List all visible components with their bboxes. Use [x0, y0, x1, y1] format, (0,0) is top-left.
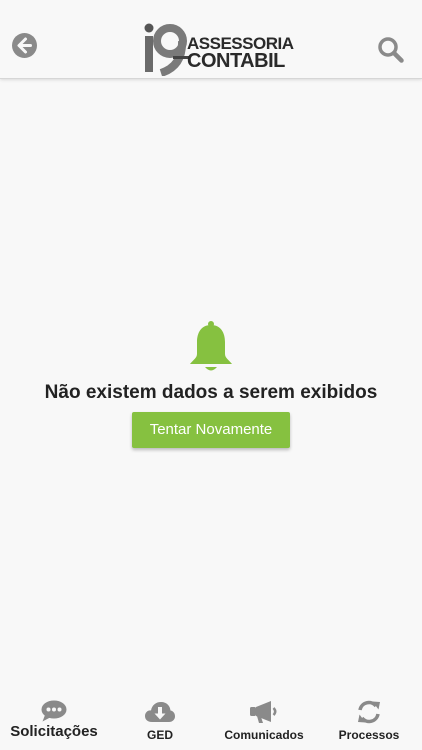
arrow-left-circle-icon — [12, 33, 37, 58]
tab-label: Solicitações — [10, 723, 98, 740]
back-button[interactable] — [12, 33, 37, 58]
tab-ged[interactable]: GED — [130, 692, 190, 750]
retry-button[interactable]: Tentar Novamente — [132, 412, 290, 448]
megaphone-icon — [250, 701, 277, 723]
company-logo: ASSESSORIA CONTABIL — [143, 22, 294, 76]
search-button[interactable] — [377, 36, 404, 63]
i9-logo-mark — [144, 23, 189, 76]
tab-label: GED — [146, 728, 173, 742]
tab-label: Comunicados — [224, 728, 304, 742]
bell-icon — [190, 321, 232, 371]
empty-message: Não existem dados a serem exibidos — [44, 382, 378, 403]
tab-comunicados[interactable]: Comunicados — [218, 692, 310, 750]
cloud-download-icon — [145, 702, 175, 722]
tab-label: Processos — [338, 728, 400, 742]
search-icon — [378, 37, 404, 63]
refresh-icon — [358, 700, 380, 724]
bottom-tab-bar: Solicitações GED Comunicados Processos — [0, 692, 422, 750]
chat-bubble-icon — [41, 700, 67, 722]
tab-processos[interactable]: Processos — [332, 692, 406, 750]
app-header: ASSESSORIA CONTABIL — [0, 0, 422, 79]
empty-state: Não existem dados a serem exibidos Tenta… — [0, 320, 422, 448]
tab-solicitacoes[interactable]: Solicitações — [6, 692, 102, 750]
logo-text-contabil: CONTABIL — [187, 50, 285, 72]
